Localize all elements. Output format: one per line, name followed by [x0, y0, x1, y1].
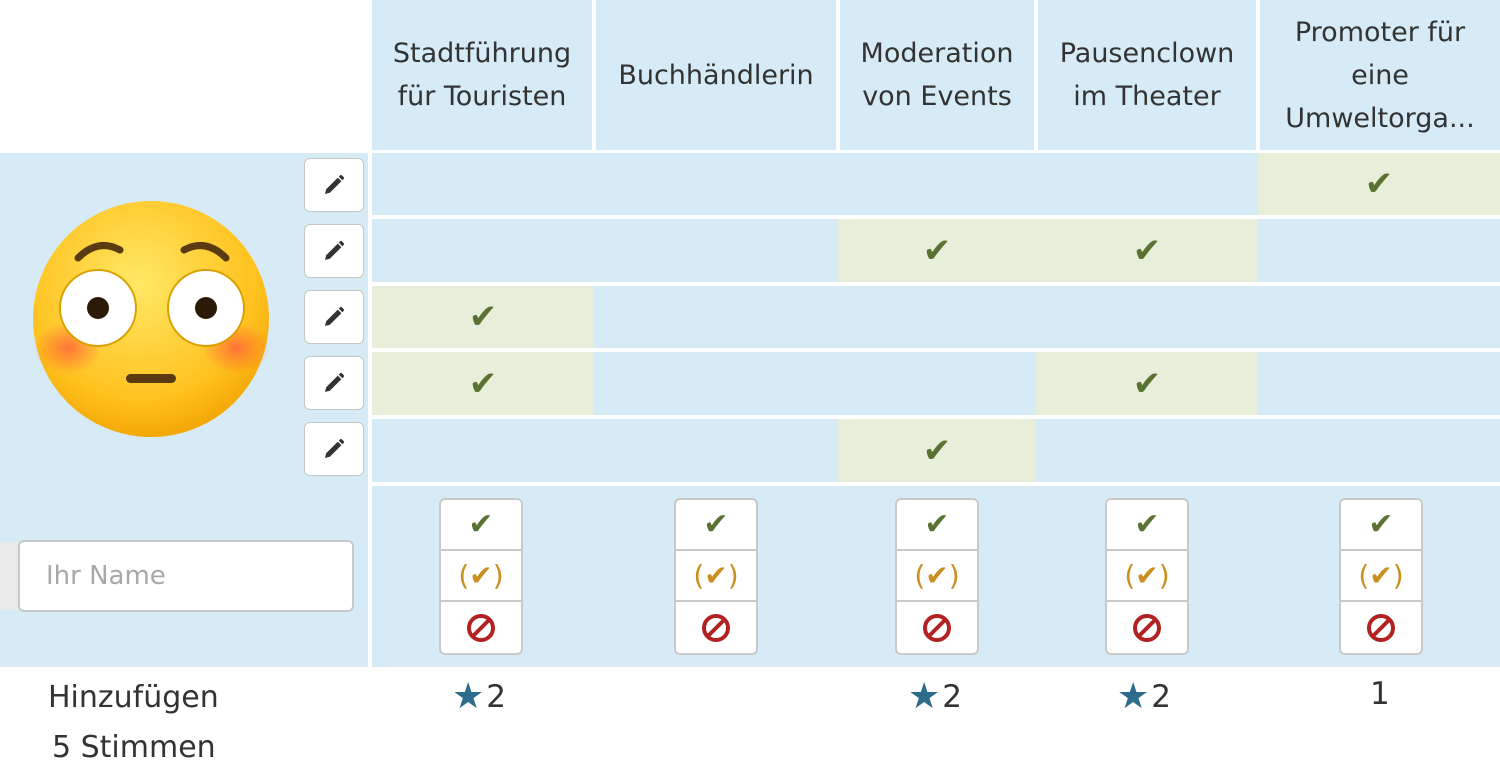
column-divider	[1256, 0, 1260, 150]
vote-cell	[372, 419, 592, 482]
vote-cell	[1038, 419, 1256, 482]
pencil-icon	[325, 174, 345, 194]
vote-cell	[1260, 219, 1500, 282]
edit-participant-button[interactable]	[304, 356, 364, 410]
choice-yes-button[interactable]: ✔	[1341, 500, 1421, 551]
vote-cell-yes: ✔	[1036, 352, 1258, 415]
choice-group-pausenclown: ✔ (✔)	[1105, 498, 1189, 655]
check-icon: ✔	[468, 363, 498, 404]
choice-no-button[interactable]	[441, 602, 521, 653]
choice-group-stadtfuehrung: ✔ (✔)	[439, 498, 523, 655]
check-icon: ✔	[1132, 363, 1162, 404]
vote-cell-yes: ✔	[838, 219, 1036, 282]
choice-no-button[interactable]	[1341, 602, 1421, 653]
column-header-promoter: Promoter für eine Umweltorga...	[1260, 0, 1500, 150]
choice-maybe-button[interactable]: (✔)	[676, 551, 756, 602]
column-divider	[368, 150, 372, 482]
check-icon: ✔	[1132, 230, 1162, 271]
column-header-stadtfuehrung: Stadtführung für Touristen	[372, 0, 592, 150]
vote-cell	[840, 152, 1034, 215]
check-icon: ✔	[1364, 163, 1394, 204]
vote-cell	[372, 152, 592, 215]
choice-yes-button[interactable]: ✔	[897, 500, 977, 551]
star-icon: ★	[908, 676, 941, 717]
choice-maybe-button[interactable]: (✔)	[441, 551, 521, 602]
edit-participant-button[interactable]	[304, 224, 364, 278]
vote-cell	[596, 219, 836, 282]
edit-participant-button[interactable]	[304, 158, 364, 212]
vote-cell	[840, 352, 1034, 415]
choice-maybe-button[interactable]: (✔)	[1341, 551, 1421, 602]
star-icon: ★	[1117, 676, 1150, 717]
column-count-promoter: 1	[1370, 676, 1390, 712]
choice-no-button[interactable]	[1107, 602, 1187, 653]
pencil-icon	[325, 438, 345, 458]
row-divider	[372, 215, 1500, 219]
forbidden-icon	[1367, 613, 1395, 642]
choice-maybe-button[interactable]: (✔)	[897, 551, 977, 602]
vote-cell-yes: ✔	[372, 286, 594, 348]
pencil-icon	[325, 372, 345, 392]
row-divider	[372, 282, 1500, 286]
vote-cell	[1260, 286, 1500, 348]
choice-yes-button[interactable]: ✔	[1107, 500, 1187, 551]
votes-count-label: 5 Stimmen	[52, 730, 216, 765]
column-divider	[836, 0, 840, 150]
vote-cell	[1260, 352, 1500, 415]
column-count-moderation: ★ 2	[908, 676, 963, 717]
vote-cell	[596, 352, 836, 415]
edit-participant-button[interactable]	[304, 422, 364, 476]
vote-cell-yes: ✔	[838, 419, 1036, 482]
vote-cell	[1260, 419, 1500, 482]
vote-cell	[840, 286, 1034, 348]
column-header-pausenclown: Pausenclown im Theater	[1038, 0, 1256, 150]
forbidden-icon	[1133, 613, 1161, 642]
add-button[interactable]: Hinzufügen	[48, 680, 219, 715]
edit-participant-button[interactable]	[304, 290, 364, 344]
choice-no-button[interactable]	[897, 602, 977, 653]
vote-cell	[1038, 152, 1256, 215]
column-count-stadtfuehrung: ★ 2	[452, 676, 507, 717]
column-count-pausenclown: ★ 2	[1117, 676, 1172, 717]
vote-cell	[1038, 286, 1256, 348]
choice-yes-button[interactable]: ✔	[676, 500, 756, 551]
check-icon: ✔	[468, 297, 498, 337]
column-header-moderation: Moderation von Events	[840, 0, 1034, 150]
check-icon: ✔	[922, 230, 952, 271]
choice-no-button[interactable]	[676, 602, 756, 653]
vote-cell	[596, 286, 836, 348]
row-divider	[372, 415, 1500, 419]
row-divider	[372, 348, 1500, 352]
flushed-face-emoji	[30, 198, 272, 444]
header-divider	[0, 150, 1500, 153]
choice-group-promoter: ✔ (✔)	[1339, 498, 1423, 655]
column-divider	[1034, 0, 1038, 150]
forbidden-icon	[702, 613, 730, 642]
column-header-buchhaendlerin: Buchhändlerin	[596, 0, 836, 150]
check-icon: ✔	[922, 430, 952, 471]
vote-cell-yes: ✔	[1258, 152, 1500, 215]
choice-yes-button[interactable]: ✔	[441, 500, 521, 551]
vote-cell	[596, 419, 836, 482]
header-blank	[0, 0, 368, 150]
pencil-icon	[325, 240, 345, 260]
name-input[interactable]	[18, 540, 354, 612]
column-divider	[368, 0, 372, 150]
choice-group-moderation: ✔ (✔)	[895, 498, 979, 655]
column-divider	[592, 0, 596, 150]
forbidden-icon	[923, 613, 951, 642]
pencil-icon	[325, 306, 345, 326]
forbidden-icon	[467, 613, 495, 642]
star-icon: ★	[452, 676, 485, 717]
vote-cell	[596, 152, 836, 215]
choice-group-buchhaendlerin: ✔ (✔)	[674, 498, 758, 655]
vote-cell-yes: ✔	[372, 352, 594, 415]
vote-cell-yes: ✔	[1036, 219, 1258, 282]
choice-maybe-button[interactable]: (✔)	[1107, 551, 1187, 602]
vote-cell	[372, 219, 592, 282]
